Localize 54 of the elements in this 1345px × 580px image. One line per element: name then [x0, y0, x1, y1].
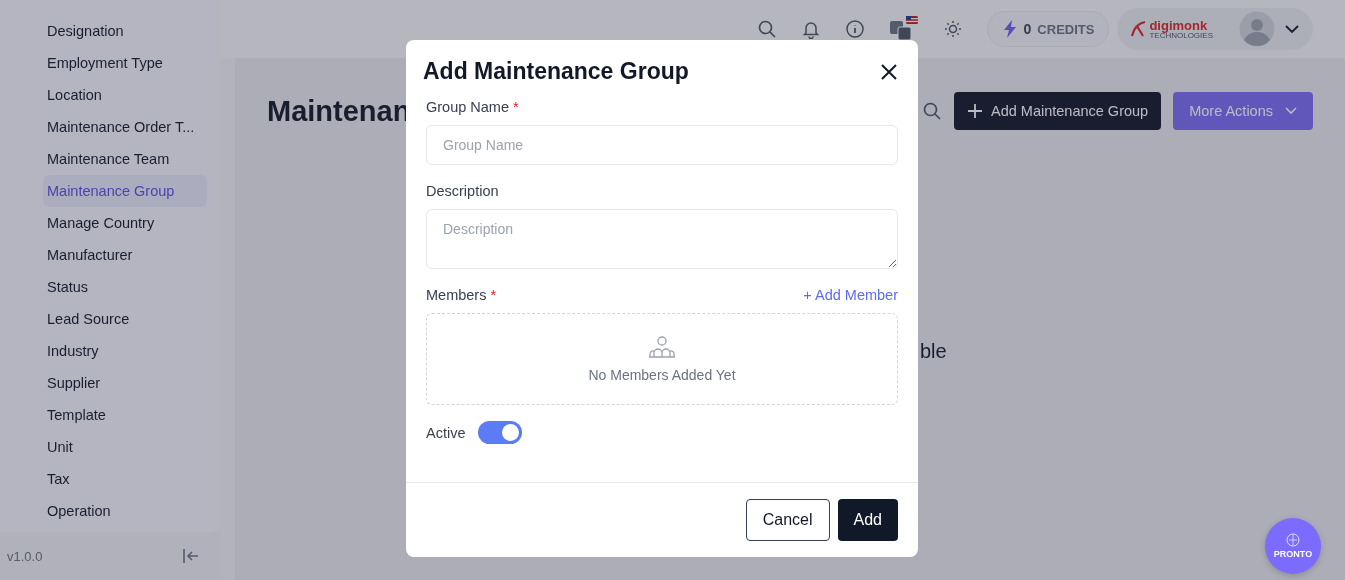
- cancel-button[interactable]: Cancel: [745, 499, 830, 541]
- chevron-down-icon: [1285, 24, 1299, 34]
- collapse-sidebar-icon[interactable]: [182, 548, 200, 564]
- credits-count: 0: [1023, 21, 1032, 37]
- empty-members-text: No Members Added Yet: [588, 367, 736, 383]
- sidebar-item[interactable]: Operation: [43, 495, 207, 527]
- sidebar-item[interactable]: Designation: [43, 15, 207, 47]
- plus-icon: [967, 103, 983, 119]
- search-icon[interactable]: [922, 101, 942, 121]
- active-label: Active: [426, 424, 466, 441]
- sidebar-item[interactable]: Industry: [43, 335, 207, 367]
- active-toggle[interactable]: [477, 421, 522, 444]
- avatar-icon: [1239, 11, 1275, 47]
- add-group-button[interactable]: Add Maintenance Group: [954, 92, 1162, 130]
- sidebar-item[interactable]: Manufacturer: [43, 239, 207, 271]
- add-button[interactable]: Add: [837, 499, 898, 541]
- translate-icon[interactable]: [888, 15, 919, 43]
- sidebar-item[interactable]: Manage Country: [43, 207, 207, 239]
- credits-pill[interactable]: 0 CREDITS: [986, 11, 1110, 47]
- sidebar-item[interactable]: Maintenance Team: [43, 143, 207, 175]
- empty-state-text: ble: [920, 340, 947, 362]
- people-icon: [647, 335, 677, 359]
- page-title: Maintenan: [267, 94, 411, 128]
- sidebar-item[interactable]: Supplier: [43, 367, 207, 399]
- sidebar-item[interactable]: Location: [43, 79, 207, 111]
- sidebar-item[interactable]: Unit: [43, 431, 207, 463]
- brand-logo-icon: [1131, 20, 1148, 38]
- sidebar-item[interactable]: Employment Type: [43, 47, 207, 79]
- sidebar-item[interactable]: Status: [43, 271, 207, 303]
- required-mark: *: [490, 287, 497, 303]
- sidebar-item[interactable]: Lead Source: [43, 303, 207, 335]
- sidebar-item[interactable]: Template: [43, 399, 207, 431]
- profile-menu[interactable]: digimonk TECHNOLOGIES: [1117, 8, 1313, 50]
- group-name-field[interactable]: Group Name: [426, 125, 898, 165]
- version-label: v1.0.0: [7, 548, 43, 564]
- sidebar-item[interactable]: Tax: [43, 463, 207, 495]
- field-label: Group Name: [426, 99, 509, 115]
- brand-name: digimonk: [1149, 18, 1209, 32]
- dialog-title: Add Maintenance Group: [423, 58, 689, 85]
- description-field[interactable]: Description: [426, 209, 898, 269]
- field-label: Description: [426, 183, 499, 199]
- search-icon[interactable]: [756, 19, 777, 39]
- info-icon[interactable]: [844, 19, 865, 39]
- theme-sun-icon[interactable]: [942, 19, 963, 39]
- sidebar-item[interactable]: Maintenance Order T...: [43, 111, 207, 143]
- lightning-icon: [1001, 20, 1018, 38]
- notification-bell-icon[interactable]: [800, 19, 821, 39]
- chevron-down-icon: [1285, 107, 1297, 115]
- close-icon[interactable]: [880, 62, 898, 81]
- sidebar-item[interactable]: Maintenance Group: [43, 175, 207, 207]
- add-member-link[interactable]: + Add Member: [803, 287, 898, 303]
- required-mark: *: [513, 99, 519, 115]
- field-label: Members: [426, 287, 487, 303]
- credits-label: CREDITS: [1037, 21, 1095, 37]
